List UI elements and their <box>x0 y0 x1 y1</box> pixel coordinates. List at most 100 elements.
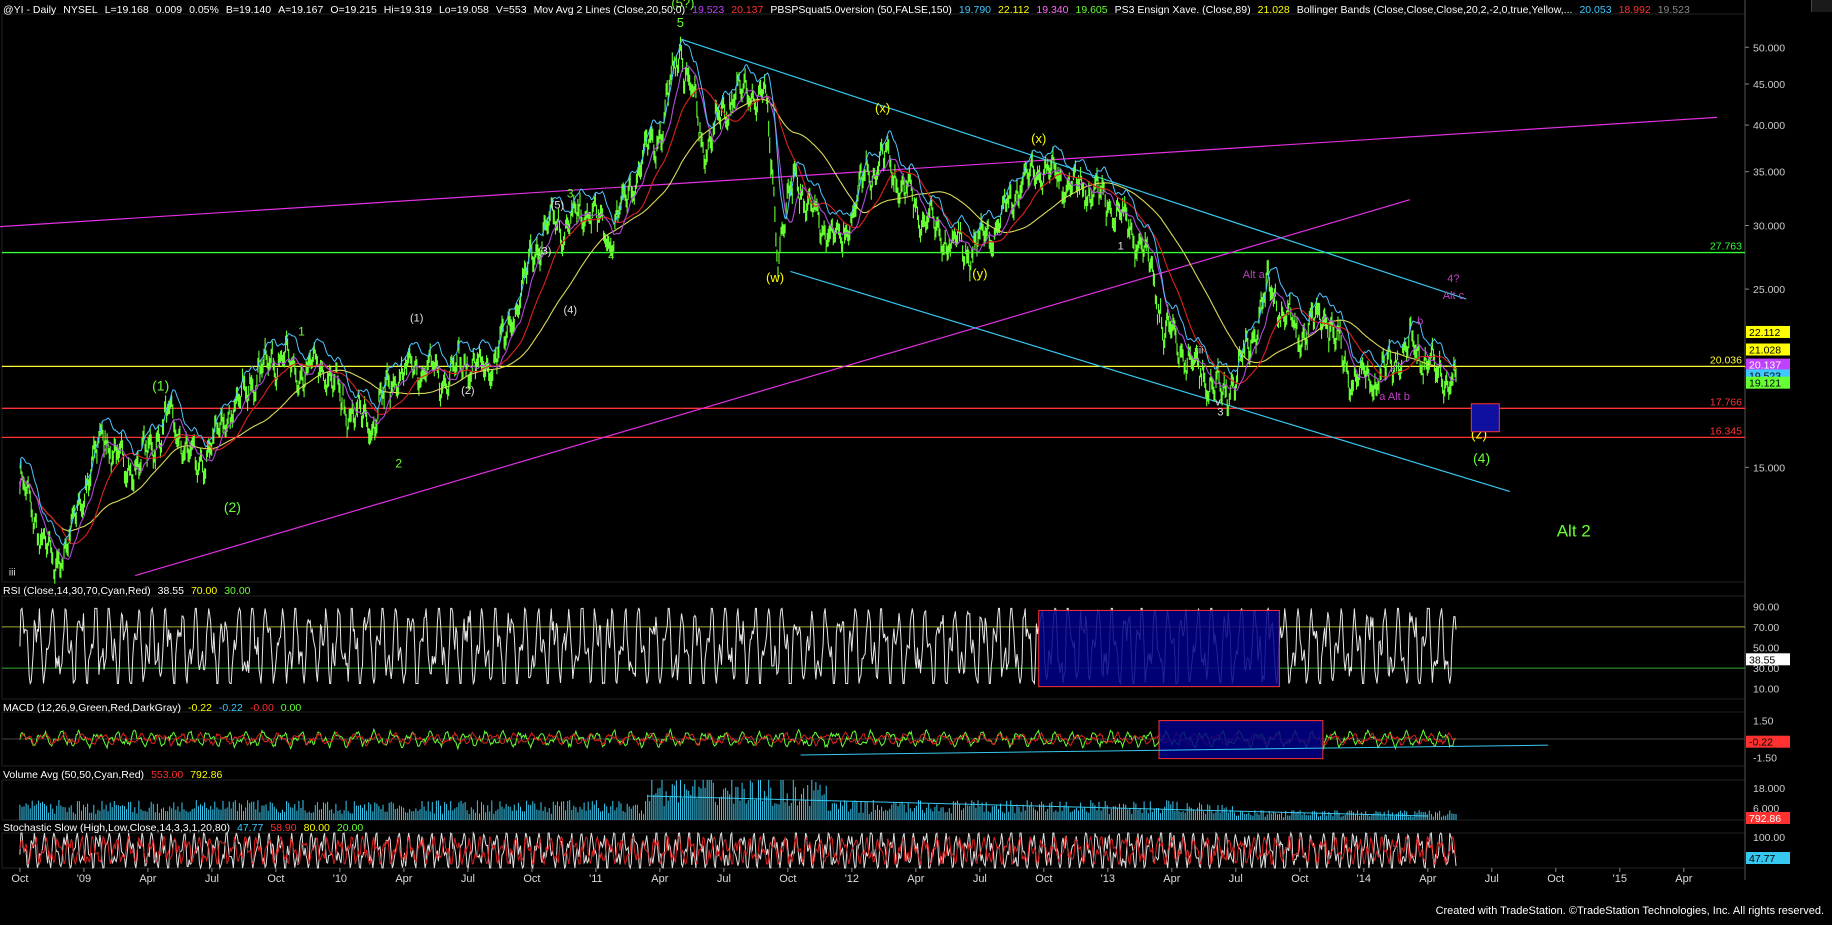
wave-label: (3) <box>538 246 551 258</box>
wave-label: 4 <box>608 251 614 263</box>
x-tick-label: '10 <box>333 873 347 885</box>
bollinger-upper-line <box>19 39 1457 546</box>
x-tick-label: Jul <box>973 873 987 885</box>
stochastic-header-item: 20.00 <box>336 822 364 834</box>
wave-label: (w) <box>766 270 784 285</box>
x-tick-label: Oct <box>11 873 28 885</box>
x-tick-label: Jul <box>205 873 219 885</box>
x-tick-label: '11 <box>589 873 603 885</box>
price-header-item: Lo=19.058 <box>438 4 489 16</box>
moving-average-20-line <box>19 65 1457 560</box>
price-header-item: NYSEL <box>63 4 98 16</box>
wave-label: (1) <box>410 312 423 324</box>
x-tick-label: '13 <box>1101 873 1115 885</box>
price-header-item: 20.053 <box>1579 4 1612 16</box>
price-header-item: 0.009 <box>155 4 183 16</box>
x-tick-label: Apr <box>1419 873 1436 885</box>
macd-header-item: -0.22 <box>187 702 212 714</box>
x-tick-label: Apr <box>1163 873 1180 885</box>
price-tag-label: 22.112 <box>1749 327 1780 339</box>
horizontal-level-label: 16.345 <box>1710 425 1742 437</box>
wave-label: (5) <box>551 199 564 211</box>
price-tag-label: 21.028 <box>1749 344 1781 356</box>
x-tick-label: Oct <box>523 873 540 885</box>
wave-label: a Alt b <box>1379 391 1410 403</box>
x-tick-label: '14 <box>1357 873 1371 885</box>
price-header-item: 22.112 <box>998 4 1030 16</box>
x-tick-label: Apr <box>651 873 668 885</box>
price-header-item: 19.523 <box>692 4 725 16</box>
panel-frame <box>1 13 1746 583</box>
x-tick-label: '09 <box>77 873 91 885</box>
x-tick-label: Apr <box>139 873 156 885</box>
x-tick-label: Jul <box>717 873 731 885</box>
x-tick-label: Jul <box>1485 873 1499 885</box>
x-tick-label: Apr <box>395 873 412 885</box>
wave-label: iii <box>9 568 16 579</box>
target-box <box>1470 403 1500 433</box>
volume-header-item: 792.86 <box>190 769 223 781</box>
price-header-item: B=19.140 <box>225 4 272 16</box>
price-tick-label: 35.000 <box>1753 167 1785 179</box>
rsi-header-item: 70.00 <box>190 585 218 597</box>
moving-average-50-line <box>19 87 1457 545</box>
rsi-highlight-box <box>1038 609 1280 688</box>
x-tick-label: Jul <box>1229 873 1243 885</box>
wave-label: Alt a <box>1243 269 1266 281</box>
price-header-item: A=19.167 <box>278 4 324 16</box>
chart-stage: 50.00045.00040.00035.00030.00025.00020.0… <box>0 0 1832 920</box>
wave-label: 1 <box>1118 241 1124 253</box>
wave-label: (x) <box>875 100 890 115</box>
x-tick-label: '12 <box>845 873 859 885</box>
macd-header-item: -0.00 <box>249 702 274 714</box>
price-header-item: 21.028 <box>1257 4 1290 16</box>
wave-label: 1 <box>298 324 305 338</box>
price-header-item: 19.790 <box>958 4 992 16</box>
horizontal-level-label: 27.763 <box>1710 241 1742 253</box>
x-tick-label: Apr <box>1675 873 1692 885</box>
stochastic-header: Stochastic Slow (High,Low,Close,14,3,3,1… <box>3 822 370 834</box>
wave-label: (1) <box>152 377 169 393</box>
x-tick-label: Apr <box>907 873 924 885</box>
rsi-header-item: RSI (Close,14,30,70,Cyan,Red) <box>3 585 151 597</box>
macd-tick-label: 1.50 <box>1753 716 1774 728</box>
price-header-item: PS3 Ensign Xave. (Close,89) <box>1114 4 1251 16</box>
stochastic-header-item: Stochastic Slow (High,Low,Close,14,3,3,1… <box>3 822 231 834</box>
wave-label: b <box>1417 315 1423 327</box>
x-tick-label: Oct <box>1035 873 1052 885</box>
price-header-item: Bollinger Bands (Close,Close,Close,20,2,… <box>1296 4 1573 16</box>
price-header-item: 0.05% <box>189 4 219 16</box>
x-tick-label: Jul <box>461 873 475 885</box>
rsi-tick-label: 70.00 <box>1753 622 1779 634</box>
price-header-item: 20.137 <box>731 4 764 16</box>
wave-label: 4? <box>1447 273 1459 285</box>
price-header-item: 19.340 <box>1036 4 1069 16</box>
macd-tick-label: -1.50 <box>1753 752 1777 764</box>
rsi-tick-label: 90.00 <box>1753 601 1779 613</box>
price-tick-label: 25.000 <box>1753 284 1785 296</box>
x-tick-label: '15 <box>1613 873 1627 885</box>
price-header-item: V=553 <box>495 4 527 16</box>
x-tick-label: Oct <box>1291 873 1308 885</box>
x-tick-label: Oct <box>779 873 796 885</box>
price-header-item: O=19.215 <box>330 4 377 16</box>
stochastic-header-item: 47.77 <box>237 822 264 834</box>
rsi-tag-label: 38.55 <box>1749 654 1775 666</box>
footer-credit: Created with TradeStation. ©TradeStation… <box>1435 905 1824 917</box>
stochastic-header-item: 80.00 <box>303 822 330 834</box>
rsi-header-item: 38.55 <box>157 585 184 597</box>
price-tick-label: 15.000 <box>1753 462 1785 474</box>
window-corner-button[interactable] <box>1811 0 1832 12</box>
price-header-item: 18.992 <box>1618 4 1651 16</box>
stochastic-k-line <box>19 831 1457 870</box>
stochastic-tag-label: 47.77 <box>1749 853 1775 865</box>
rsi-tick-label: 50.00 <box>1753 643 1779 655</box>
horizontal-level-label: 20.036 <box>1710 354 1742 366</box>
macd-highlight-box <box>1158 720 1324 760</box>
price-header: @YI - Daily NYSEL L=19.168 0.009 0.05% B=19.1… <box>3 4 1697 16</box>
volume-header-item: 553.00 <box>151 769 184 781</box>
wave-label: (y) <box>972 266 987 281</box>
price-header-item: L=19.168 <box>104 4 149 16</box>
price-header-item: @YI - Daily <box>3 4 57 16</box>
rsi-header: RSI (Close,14,30,70,Cyan,Red) 38.55 70.00 3… <box>3 585 258 597</box>
